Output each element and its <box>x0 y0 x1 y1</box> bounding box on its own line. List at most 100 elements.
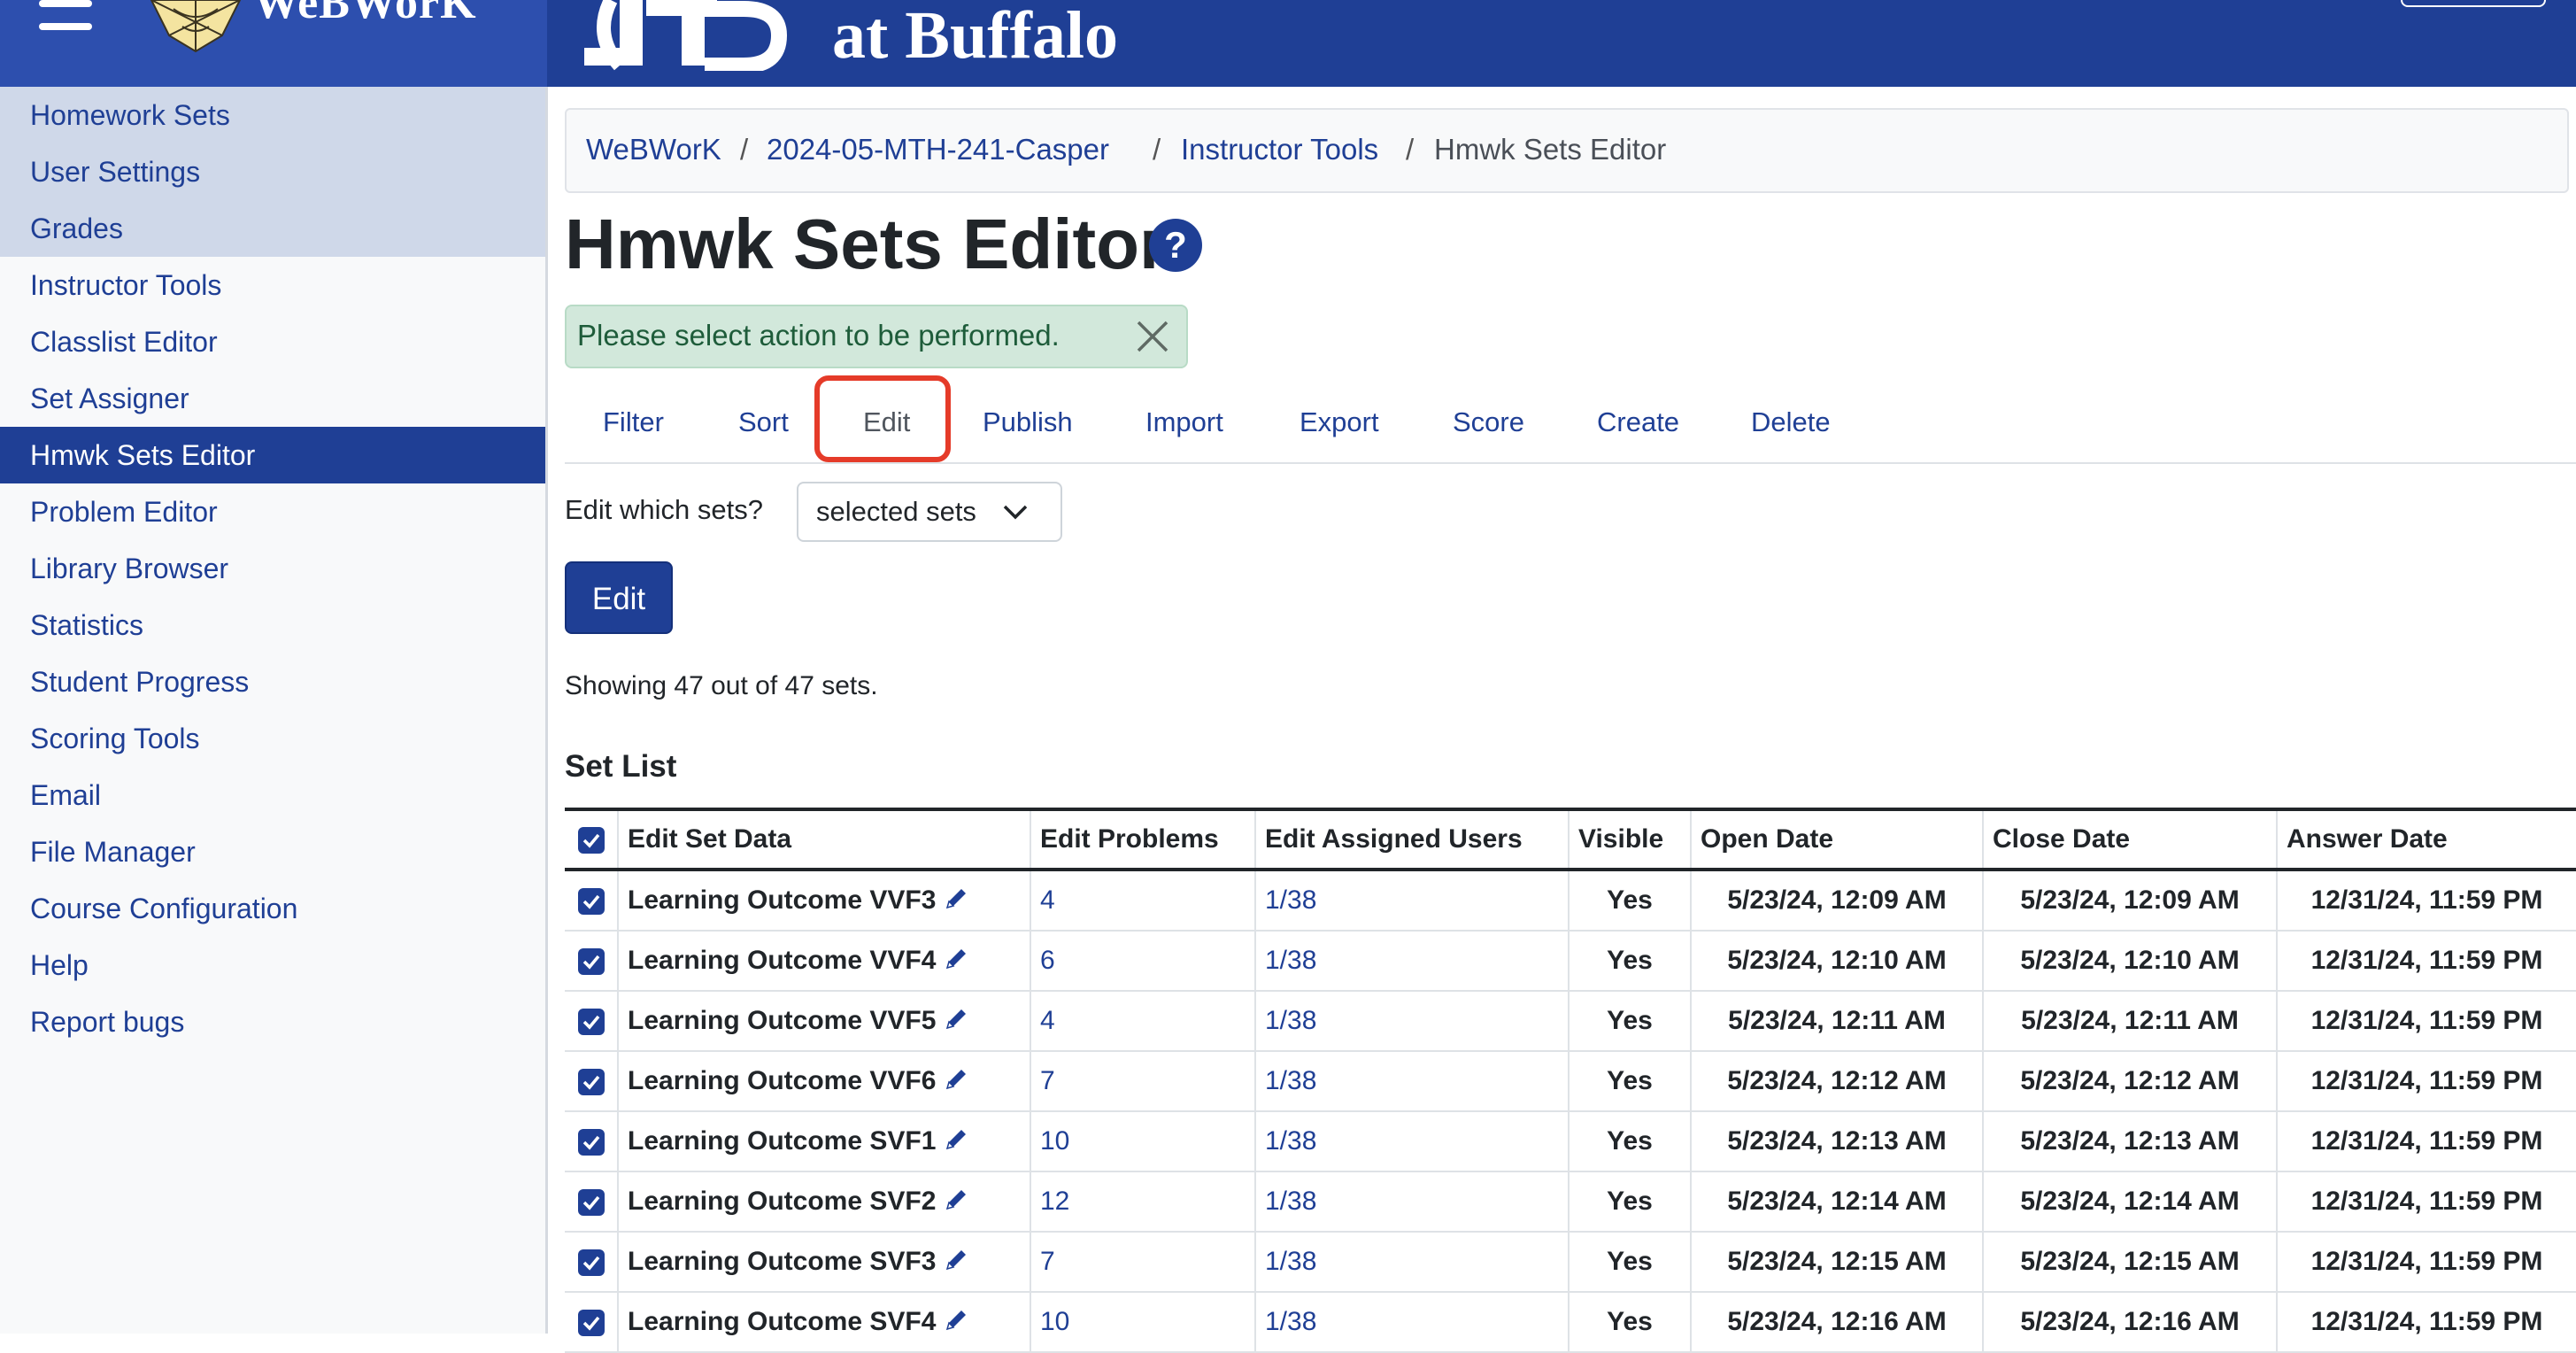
pencil-icon <box>946 889 967 909</box>
tab-score[interactable]: Score <box>1453 383 1524 462</box>
row-select-cell <box>565 1051 618 1112</box>
column-header-open-date[interactable]: Open Date <box>1690 809 1983 871</box>
assigned-users-link[interactable]: 1/38 <box>1254 1111 1569 1172</box>
answer-date: 12/31/24, 11:59 PM <box>2276 1232 2576 1293</box>
edit-set-link[interactable] <box>936 1126 969 1156</box>
tab-export[interactable]: Export <box>1300 383 1379 462</box>
sidebar-item-student-progress[interactable]: Student Progress <box>0 653 545 710</box>
breadcrumb-webwork[interactable]: WeBWorK <box>586 133 721 166</box>
column-header-edit-problems[interactable]: Edit Problems <box>1030 809 1255 871</box>
row-checkbox[interactable] <box>577 1009 605 1036</box>
set-name-cell: Learning Outcome SVF3 <box>617 1232 1030 1293</box>
assigned-users-link[interactable]: 1/38 <box>1254 1232 1569 1293</box>
sidebar-item-homework-sets[interactable]: Homework Sets <box>0 87 545 143</box>
edit-tab-highlight <box>814 375 951 462</box>
assigned-users-link[interactable]: 1/38 <box>1254 991 1569 1052</box>
tab-publish[interactable]: Publish <box>983 383 1073 462</box>
sidebar-item-library-browser[interactable]: Library Browser <box>0 540 545 597</box>
sidebar-item-email[interactable]: Email <box>0 767 545 823</box>
tab-filter[interactable]: Filter <box>603 383 664 462</box>
assigned-users-link[interactable]: 1/38 <box>1254 931 1569 992</box>
sidebar-item-classlist-editor[interactable]: Classlist Editor <box>0 313 545 370</box>
assigned-users-link[interactable]: 1/38 <box>1254 1051 1569 1112</box>
edit-submit-button[interactable]: Edit <box>565 561 673 634</box>
row-checkbox[interactable] <box>577 1310 605 1337</box>
select-all-checkbox[interactable] <box>577 827 605 854</box>
column-header-close-date[interactable]: Close Date <box>1982 809 2277 871</box>
menu-icon[interactable] <box>39 0 92 35</box>
breadcrumb-course[interactable]: 2024-05-MTH-241-Casper <box>767 133 1109 166</box>
row-checkbox[interactable] <box>577 888 605 916</box>
assigned-users-link[interactable]: 1/38 <box>1254 1292 1569 1353</box>
help-icon[interactable]: ? <box>1149 219 1202 272</box>
assigned-users-link[interactable]: 1/38 <box>1254 870 1569 932</box>
edit-set-link[interactable] <box>936 946 969 975</box>
set-list-title: Set List <box>565 749 677 784</box>
pencil-icon <box>946 1250 967 1271</box>
edit-set-link[interactable] <box>936 885 969 915</box>
row-select-cell <box>565 1111 618 1172</box>
row-checkbox[interactable] <box>577 1189 605 1217</box>
sidebar-item-set-assigner[interactable]: Set Assigner <box>0 370 545 427</box>
table-row: Learning Outcome VVF6 7 1/38 Yes 5/23/24, 12… <box>565 1051 2576 1112</box>
row-checkbox[interactable] <box>577 1069 605 1096</box>
tab-delete[interactable]: Delete <box>1751 383 1831 462</box>
check-icon <box>582 955 599 970</box>
sidebar-item-scoring-tools[interactable]: Scoring Tools <box>0 710 545 767</box>
visible-value: Yes <box>1568 1051 1691 1112</box>
table-header-row: Edit Set Data Edit Problems Edit Assigne… <box>565 809 2576 871</box>
sidebar-student-section: Homework Sets User Settings Grades <box>0 87 545 257</box>
webwork-logo-text: WeBWorK <box>253 0 477 28</box>
problems-link[interactable]: 4 <box>1030 870 1255 932</box>
column-header-edit-set-data[interactable]: Edit Set Data <box>617 809 1030 871</box>
webwork-logo[interactable]: WeBWorK <box>147 0 510 53</box>
sidebar-item-file-manager[interactable]: File Manager <box>0 823 545 880</box>
problems-link[interactable]: 10 <box>1030 1111 1255 1172</box>
sidebar-item-help[interactable]: Help <box>0 937 545 993</box>
visible-value: Yes <box>1568 1292 1691 1353</box>
sidebar-item-instructor-tools[interactable]: Instructor Tools <box>0 257 545 313</box>
column-header-visible[interactable]: Visible <box>1568 809 1691 871</box>
sidebar-item-statistics[interactable]: Statistics <box>0 597 545 653</box>
problems-link[interactable]: 10 <box>1030 1292 1255 1353</box>
sidebar-item-problem-editor[interactable]: Problem Editor <box>0 483 545 540</box>
sidebar-item-user-settings[interactable]: User Settings <box>0 143 545 200</box>
sidebar-item-course-configuration[interactable]: Course Configuration <box>0 880 545 937</box>
problems-link[interactable]: 7 <box>1030 1051 1255 1112</box>
edit-which-sets-label: Edit which sets? <box>565 494 763 525</box>
sidebar-item-label: File Manager <box>30 836 196 868</box>
sidebar-item-hmwk-sets-editor[interactable]: Hmwk Sets Editor <box>0 427 545 483</box>
problems-link[interactable]: 4 <box>1030 991 1255 1052</box>
problems-link[interactable]: 6 <box>1030 931 1255 992</box>
assigned-users-link[interactable]: 1/38 <box>1254 1171 1569 1233</box>
close-date: 5/23/24, 12:14 AM <box>1982 1171 2277 1233</box>
sidebar-item-grades[interactable]: Grades <box>0 200 545 257</box>
column-header-edit-assigned-users[interactable]: Edit Assigned Users <box>1254 809 1569 871</box>
column-header-answer-date[interactable]: Answer Date <box>2276 809 2576 871</box>
problems-link[interactable]: 12 <box>1030 1171 1255 1233</box>
breadcrumb: WeBWorK / 2024-05-MTH-241-Casper / Instr… <box>565 108 2569 193</box>
edit-set-link[interactable] <box>936 1247 969 1276</box>
edit-set-link[interactable] <box>936 1187 969 1216</box>
close-icon[interactable] <box>1135 319 1170 354</box>
row-checkbox[interactable] <box>577 948 605 976</box>
user-menu-button[interactable] <box>2401 0 2546 7</box>
row-checkbox[interactable] <box>577 1129 605 1156</box>
tab-sort[interactable]: Sort <box>738 383 789 462</box>
navbar-brand-area: WeBWorK <box>0 0 547 87</box>
set-name: Learning Outcome SVF2 <box>628 1187 937 1216</box>
sidebar-item-report-bugs[interactable]: Report bugs <box>0 993 545 1050</box>
tab-create[interactable]: Create <box>1597 383 1679 462</box>
tab-import[interactable]: Import <box>1145 383 1223 462</box>
pencil-icon <box>946 1130 967 1150</box>
row-checkbox[interactable] <box>577 1249 605 1277</box>
answer-date: 12/31/24, 11:59 PM <box>2276 991 2576 1052</box>
problems-link[interactable]: 7 <box>1030 1232 1255 1293</box>
edit-set-link[interactable] <box>936 1066 969 1095</box>
edit-which-sets-select[interactable]: selected sets <box>797 482 1062 542</box>
set-name-cell: Learning Outcome SVF4 <box>617 1292 1030 1353</box>
breadcrumb-instructor-tools[interactable]: Instructor Tools <box>1181 133 1378 166</box>
row-select-cell <box>565 1171 618 1233</box>
edit-set-link[interactable] <box>936 1307 969 1336</box>
edit-set-link[interactable] <box>936 1006 969 1035</box>
